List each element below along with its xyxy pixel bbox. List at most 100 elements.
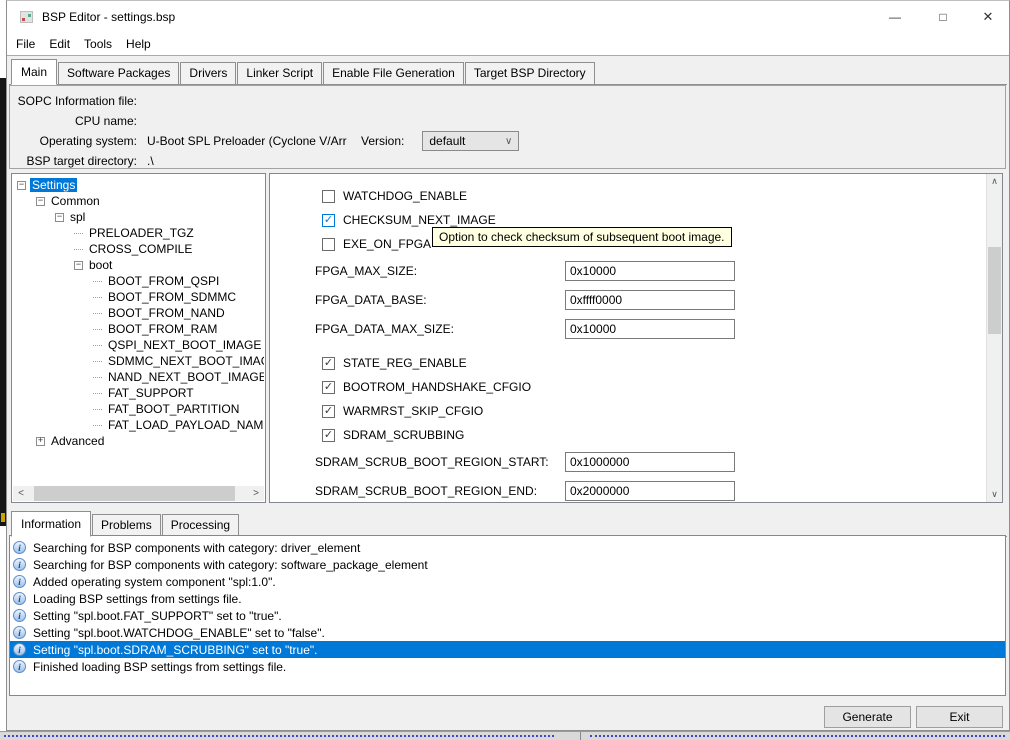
tab[interactable]: Linker Script [237,62,322,84]
tree-item-label: BOOT_FROM_QSPI [106,274,221,288]
tree-item[interactable]: Common [13,193,264,209]
tree-expander-icon[interactable] [93,377,102,378]
version-dropdown[interactable]: default ∨ [422,131,519,151]
log-row[interactable]: Searching for BSP components with catego… [10,556,1005,573]
information-log-panel: Searching for BSP components with catego… [9,535,1006,696]
background-window-fragment [590,735,1005,737]
tree-expander-icon[interactable] [93,425,102,426]
tab[interactable]: Processing [162,514,239,536]
tab[interactable]: Main [11,59,57,85]
tree-expander-icon[interactable] [93,345,102,346]
log-message: Setting "spl.boot.WATCHDOG_ENABLE" set t… [33,626,325,640]
vertical-scrollbar-thumb[interactable] [988,247,1001,334]
tree-item[interactable]: NAND_NEXT_BOOT_IMAGE [13,369,264,385]
tree-item[interactable]: FAT_SUPPORT [13,385,264,401]
log-row[interactable]: Setting "spl.boot.WATCHDOG_ENABLE" set t… [10,624,1005,641]
tab[interactable]: Problems [92,514,161,536]
setting-checkbox-label: SDRAM_SCRUBBING [343,428,464,442]
exit-button[interactable]: Exit [916,706,1003,728]
tree-expander-icon[interactable] [74,249,83,250]
close-icon[interactable]: ✕ [972,1,1004,32]
setting-value-input[interactable] [565,452,735,472]
setting-checkbox[interactable] [322,381,335,394]
setting-row: FPGA_DATA_MAX_SIZE: FPGA_DATA_MAX_SIZE: [270,314,985,343]
menu-item[interactable]: Edit [42,34,77,54]
menu-item[interactable]: Tools [77,34,119,54]
setting-checkbox[interactable] [322,405,335,418]
maximize-icon[interactable]: □ [927,1,959,32]
tree-expander-icon[interactable] [93,361,102,362]
tab[interactable]: Software Packages [58,62,179,84]
log-row[interactable]: Finished loading BSP settings from setti… [10,658,1005,675]
minimize-icon[interactable]: — [879,1,911,32]
tab[interactable]: Drivers [180,62,236,84]
tree-item[interactable]: CROSS_COMPILE [13,241,264,257]
settings-vertical-scrollbar[interactable]: ∧ ∨ [986,174,1002,502]
tree-expander-icon[interactable] [93,281,102,282]
tab[interactable]: Target BSP Directory [465,62,595,84]
menu-item[interactable]: File [9,34,42,54]
tree-item[interactable]: Advanced [13,433,264,449]
setting-checkbox[interactable] [322,214,335,227]
tree-item[interactable]: BOOT_FROM_SDMMC [13,289,264,305]
log-row[interactable]: Loading BSP settings from settings file. [10,590,1005,607]
tree-expander-icon[interactable] [93,409,102,410]
bsp-summary-panel: SOPC Information file: CPU name: Operati… [9,85,1006,169]
scroll-down-icon[interactable]: ∨ [987,487,1002,502]
setting-value-input[interactable] [565,481,735,501]
tree-expander-icon[interactable] [17,181,26,190]
tree-horizontal-scrollbar[interactable]: < > [13,486,264,501]
tree-item-label: Advanced [49,434,106,448]
scroll-left-icon[interactable]: < [13,486,29,501]
menu-item[interactable]: Help [119,34,158,54]
tree-expander-icon[interactable] [93,329,102,330]
log-row[interactable]: Setting "spl.boot.FAT_SUPPORT" set to "t… [10,607,1005,624]
info-icon [13,575,26,588]
tree-expander-icon[interactable] [93,297,102,298]
setting-checkbox-label: CHECKSUM_NEXT_IMAGE [343,213,496,227]
tree-item[interactable]: spl [13,209,264,225]
tree-expander-icon[interactable] [93,313,102,314]
info-icon [13,592,26,605]
tree-expander-icon[interactable] [36,437,45,446]
setting-value-input[interactable] [565,261,735,281]
tab-label: Drivers [189,66,227,80]
log-row[interactable]: Searching for BSP components with catego… [10,539,1005,556]
log-message: Added operating system component "spl:1.… [33,575,276,589]
setting-checkbox[interactable] [322,190,335,203]
setting-checkbox[interactable] [322,357,335,370]
tree-item[interactable]: FAT_BOOT_PARTITION [13,401,264,417]
tree-item[interactable]: SDMMC_NEXT_BOOT_IMAGE [13,353,264,369]
scroll-up-icon[interactable]: ∧ [987,174,1002,189]
tree-expander-icon[interactable] [93,393,102,394]
tab-label: Software Packages [67,66,170,80]
tree-expander-icon[interactable] [74,233,83,234]
tree-expander-icon[interactable] [36,197,45,206]
log-message: Searching for BSP components with catego… [33,541,360,555]
tree-expander-icon[interactable] [55,213,64,222]
tree-expander-icon[interactable] [74,261,83,270]
setting-row: WATCHDOG_ENABLE WATCHDOG_ENABLE [270,184,985,208]
tree-item[interactable]: boot [13,257,264,273]
tree-item[interactable]: FAT_LOAD_PAYLOAD_NAME [13,417,264,433]
tab[interactable]: Information [11,511,91,537]
scroll-right-icon[interactable]: > [248,486,264,501]
generate-button[interactable]: Generate [824,706,911,728]
title-bar: BSP Editor - settings.bsp — □ ✕ [7,1,1009,32]
tab[interactable]: Enable File Generation [323,62,464,84]
tree-item[interactable]: QSPI_NEXT_BOOT_IMAGE [13,337,264,353]
setting-checkbox[interactable] [322,429,335,442]
log-row[interactable]: Added operating system component "spl:1.… [10,573,1005,590]
tree-item[interactable]: BOOT_FROM_NAND [13,305,264,321]
horizontal-scrollbar-thumb[interactable] [34,486,235,501]
tree-item[interactable]: Settings [13,177,264,193]
tab-label: Target BSP Directory [474,66,586,80]
operating-system-value: U-Boot SPL Preloader (Cyclone V/Arria ..… [147,134,347,148]
tree-item[interactable]: BOOT_FROM_RAM [13,321,264,337]
log-row[interactable]: Setting "spl.boot.SDRAM_SCRUBBING" set t… [10,641,1005,658]
setting-value-input[interactable] [565,319,735,339]
tree-item[interactable]: PRELOADER_TGZ [13,225,264,241]
setting-checkbox[interactable] [322,238,335,251]
setting-value-input[interactable] [565,290,735,310]
tree-item[interactable]: BOOT_FROM_QSPI [13,273,264,289]
